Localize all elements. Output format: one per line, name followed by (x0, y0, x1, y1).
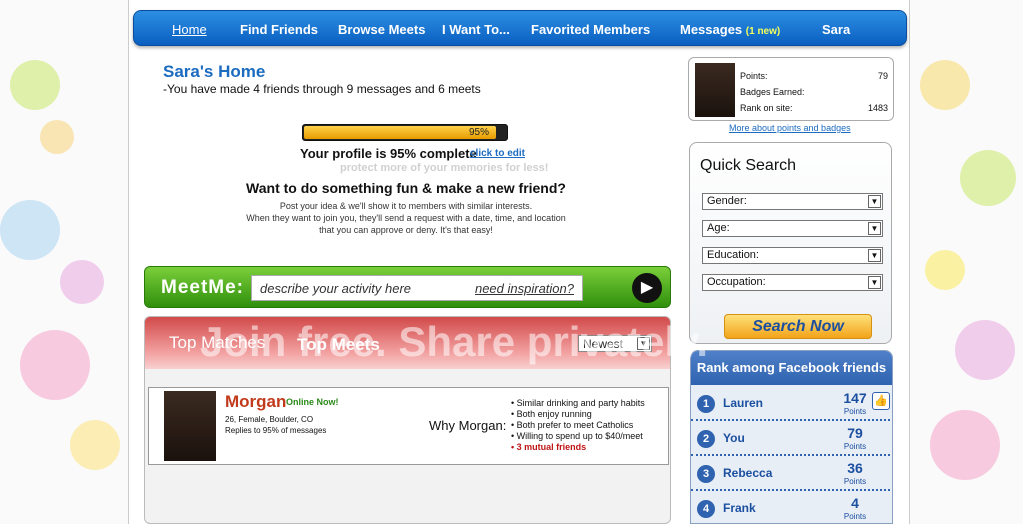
meetme-activity-input[interactable]: describe your activity here need inspira… (251, 275, 583, 301)
rank-name[interactable]: Frank (723, 501, 756, 515)
meetme-submit-arrow-icon[interactable]: ▶ (632, 273, 662, 303)
meetme-label: MeetMe: (161, 277, 245, 298)
match-card[interactable]: Morgan Online Now! 26, Female, Boulder, … (148, 387, 669, 465)
chevron-down-icon: ▼ (868, 222, 881, 235)
nav-user-sara[interactable]: Sara (822, 22, 850, 37)
rank-points-label: Points (843, 442, 867, 451)
points-box: Points: 79 Badges Earned: Rank on site: 14… (688, 57, 894, 121)
rank-points-label: Points (843, 512, 867, 521)
chevron-down-icon: ▼ (868, 249, 881, 262)
nav-favorited-members[interactable]: Favorited Members (531, 22, 650, 37)
rank-row[interactable]: 3 Rebecca 36 Points (691, 456, 892, 491)
nav-i-want-to[interactable]: I Want To... (442, 22, 510, 37)
background-bokeh (20, 330, 90, 400)
thumbs-up-icon[interactable]: 👍 (872, 392, 890, 410)
matches-header: Top Matches Top Meets Newest ▼ (145, 317, 670, 369)
list-item[interactable]: • 3 mutual friends (511, 442, 645, 453)
quick-search-panel: Quick Search Gender: ▼ Age: ▼ Education: ▼ … (689, 142, 892, 344)
background-bokeh (960, 150, 1016, 206)
fun-heading: Want to do something fun & make a new fr… (246, 180, 566, 196)
match-reply-rate: Replies to 95% of messages (225, 426, 327, 435)
nav-messages-new-badge: (1 new) (745, 26, 781, 37)
match-reasons-list: • Similar drinking and party habits • Bo… (511, 398, 645, 453)
fun-description: that you can approve or deny. It's that … (319, 225, 493, 235)
rank-points: 36 (847, 460, 863, 476)
rank-number: 2 (697, 430, 715, 448)
why-label: Why Morgan: (429, 418, 507, 433)
nav-browse-meets[interactable]: Browse Meets (338, 22, 425, 37)
rank-points: 4 (851, 495, 859, 511)
rank-name[interactable]: You (723, 431, 745, 445)
occupation-select[interactable]: Occupation: ▼ (702, 274, 883, 291)
online-status-badge: Online Now! (286, 397, 339, 407)
rank-name[interactable]: Rebecca (723, 466, 772, 480)
profile-progress-bar: 95% (302, 124, 508, 141)
chevron-down-icon: ▼ (637, 337, 650, 350)
background-bokeh (70, 420, 120, 470)
tab-top-matches[interactable]: Top Matches (169, 333, 265, 353)
background-bokeh (930, 410, 1000, 480)
main-page: Home Find Friends Browse Meets I Want To… (128, 0, 910, 524)
background-bokeh (10, 60, 60, 110)
background-bokeh (920, 60, 970, 110)
edit-profile-link[interactable]: click to edit (470, 148, 525, 159)
rank-number: 1 (697, 395, 715, 413)
progress-percent: 95% (468, 127, 489, 138)
match-avatar[interactable] (164, 391, 216, 461)
rank-points: 147 (843, 390, 867, 406)
education-select[interactable]: Education: ▼ (702, 247, 883, 264)
points-row: Points: 79 (740, 71, 888, 81)
rank-title: Rank among Facebook friends (691, 351, 892, 385)
list-item: • Similar drinking and party habits (511, 398, 645, 408)
user-avatar[interactable] (695, 63, 735, 117)
rank-points-label: Points (843, 477, 867, 486)
nav-home[interactable]: Home (172, 22, 207, 37)
points-badges-link[interactable]: More about points and badges (729, 123, 851, 133)
rank-row[interactable]: 4 Frank 4 Points (691, 491, 892, 523)
chevron-down-icon: ▼ (868, 195, 881, 208)
gender-select[interactable]: Gender: ▼ (702, 193, 883, 210)
tab-top-meets[interactable]: Top Meets (297, 335, 380, 355)
facebook-rank-panel: Rank among Facebook friends 1 Lauren 147… (690, 350, 893, 524)
meetme-placeholder: describe your activity here (260, 281, 412, 296)
list-item: • Both prefer to meet Catholics (511, 420, 634, 430)
age-select[interactable]: Age: ▼ (702, 220, 883, 237)
page-subtitle: -You have made 4 friends through 9 messa… (163, 82, 481, 96)
background-bokeh (60, 260, 104, 304)
rank-points-label: Points (843, 407, 867, 416)
rank-points: 79 (847, 425, 863, 441)
background-bokeh (0, 200, 60, 260)
rank-number: 4 (697, 500, 715, 518)
nav-find-friends[interactable]: Find Friends (240, 22, 318, 37)
rank-row[interactable]: 2 You 79 Points (691, 421, 892, 456)
progress-fill (304, 126, 496, 139)
rank-number: 3 (697, 465, 715, 483)
sort-select[interactable]: Newest ▼ (578, 335, 652, 352)
rank-row[interactable]: 1 Lauren 147 Points 👍 (691, 386, 892, 421)
list-item: • Willing to spend up to $40/meet (511, 431, 643, 441)
nav-messages[interactable]: Messages (1 new) (680, 22, 780, 37)
top-nav: Home Find Friends Browse Meets I Want To… (133, 10, 907, 46)
rank-row: Rank on site: 1483 (740, 103, 888, 113)
match-name[interactable]: Morgan (225, 392, 286, 412)
list-item: • Both enjoy running (511, 409, 592, 419)
nav-messages-label: Messages (680, 22, 743, 37)
rank-name[interactable]: Lauren (723, 396, 763, 410)
sort-selected-value: Newest (583, 337, 624, 351)
badges-row: Badges Earned: (740, 87, 805, 97)
matches-panel: Top Matches Top Meets Newest ▼ Morgan On… (144, 316, 671, 524)
need-inspiration-link[interactable]: need inspiration? (475, 281, 574, 296)
fun-description: Post your idea & we'll show it to member… (279, 201, 533, 211)
fun-description: When they want to join you, they'll send… (246, 213, 566, 223)
quick-search-title: Quick Search (700, 157, 797, 174)
match-details: 26, Female, Boulder, CO (225, 415, 314, 424)
search-now-button[interactable]: Search Now (724, 314, 872, 339)
chevron-down-icon: ▼ (868, 276, 881, 289)
background-bokeh (955, 320, 1015, 380)
profile-status: Your profile is 95% complete (300, 146, 477, 161)
page-title: Sara's Home (163, 62, 266, 81)
meetme-bar: MeetMe: describe your activity here need… (144, 266, 671, 308)
background-bokeh (925, 250, 965, 290)
background-bokeh (40, 120, 74, 154)
